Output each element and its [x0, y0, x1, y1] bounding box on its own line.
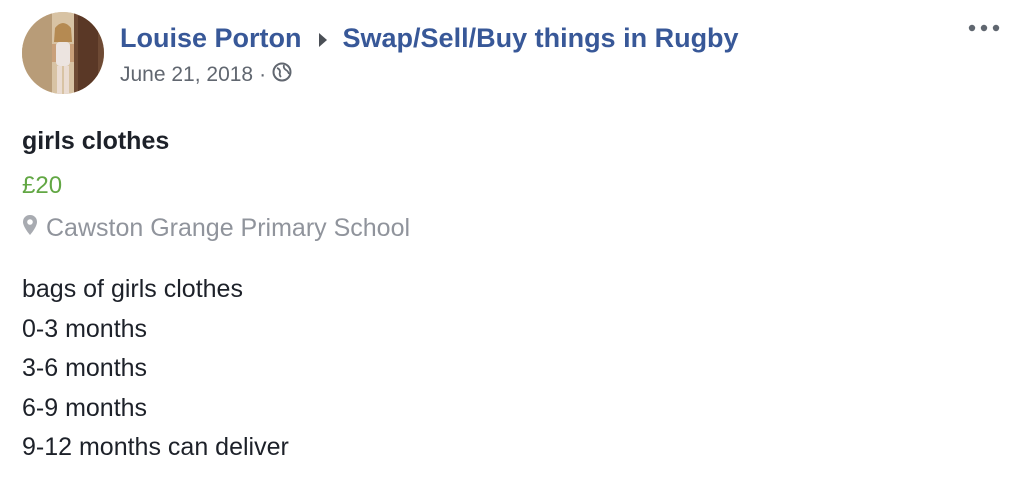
listing-title: girls clothes	[22, 127, 170, 155]
post-sub-line: June 21, 2018 ·	[120, 62, 739, 89]
listing-location[interactable]: Cawston Grange Primary School	[22, 214, 410, 243]
post-header: Louise Porton Swap/Sell/Buy things in Ru…	[22, 12, 739, 94]
avatar[interactable]	[22, 12, 104, 94]
more-options-icon[interactable]	[964, 18, 1004, 38]
listing-description: bags of girls clothes 0-3 months 3-6 mon…	[22, 270, 289, 468]
meta-separator: ·	[259, 63, 267, 87]
description-line: bags of girls clothes	[22, 275, 243, 303]
description-line: 9-12 months can deliver	[22, 433, 289, 461]
location-label: Cawston Grange Primary School	[46, 214, 411, 242]
post-title-line: Louise Porton Swap/Sell/Buy things in Ru…	[120, 22, 739, 56]
description-line: 0-3 months	[22, 314, 148, 343]
post-date[interactable]: June 21, 2018	[120, 62, 253, 88]
post-meta: Louise Porton Swap/Sell/Buy things in Ru…	[120, 12, 739, 89]
description-line: 3-6 months	[22, 354, 148, 382]
description-line: 6-9 months	[22, 393, 148, 422]
caret-right-icon	[317, 24, 329, 56]
location-pin-icon	[22, 214, 38, 243]
listing-price: £20	[22, 172, 63, 199]
marketplace-post: Louise Porton Swap/Sell/Buy things in Ru…	[0, 0, 1024, 478]
group-name[interactable]: Swap/Sell/Buy things in Rugby	[343, 23, 739, 53]
author-name[interactable]: Louise Porton	[120, 23, 302, 53]
globe-icon[interactable]	[272, 62, 292, 89]
